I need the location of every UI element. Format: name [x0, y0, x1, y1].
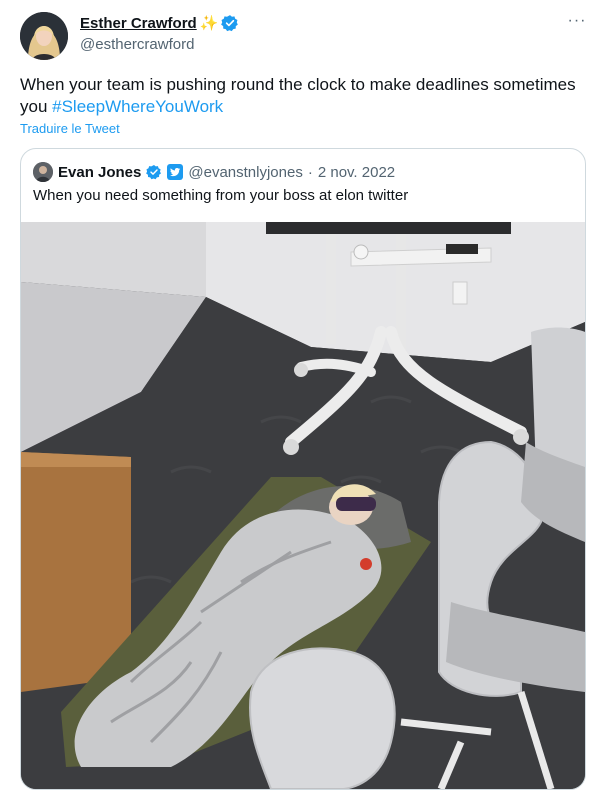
- author-avatar[interactable]: [20, 12, 68, 60]
- author-name[interactable]: Esther Crawford: [80, 15, 197, 32]
- translate-tweet-link[interactable]: Traduire le Tweet: [20, 121, 120, 136]
- tweet-card: Esther Crawford ✨ @esthercrawford ··· Wh…: [0, 0, 600, 790]
- tweet-text: When your team is pushing round the cloc…: [20, 74, 580, 118]
- meta-separator: ·: [307, 163, 313, 181]
- sparkle-emoji: ✨: [199, 14, 219, 32]
- quoted-tweet-photo[interactable]: [21, 222, 585, 789]
- quoted-tweet[interactable]: Evan Jones @evanstnlyjones · 2 nov. 2022…: [20, 148, 586, 790]
- quoted-author-handle: @evanstnlyjones: [188, 163, 303, 181]
- twitter-affiliation-icon: [167, 164, 184, 180]
- quoted-tweet-header: Evan Jones @evanstnlyjones · 2 nov. 2022: [33, 162, 395, 182]
- verified-badge-icon[interactable]: [221, 14, 239, 32]
- more-options-icon[interactable]: ···: [566, 13, 588, 34]
- hashtag-link[interactable]: #SleepWhereYouWork: [52, 97, 223, 116]
- quoted-tweet-date: 2 nov. 2022: [317, 163, 396, 181]
- quoted-author-avatar: [33, 162, 53, 182]
- author-handle[interactable]: @esthercrawford: [80, 36, 194, 53]
- author-name-row: Esther Crawford ✨: [80, 14, 239, 32]
- quoted-verified-badge-icon: [146, 164, 162, 180]
- quoted-tweet-text: When you need something from your boss a…: [33, 187, 409, 204]
- quoted-author-name: Evan Jones: [58, 163, 142, 181]
